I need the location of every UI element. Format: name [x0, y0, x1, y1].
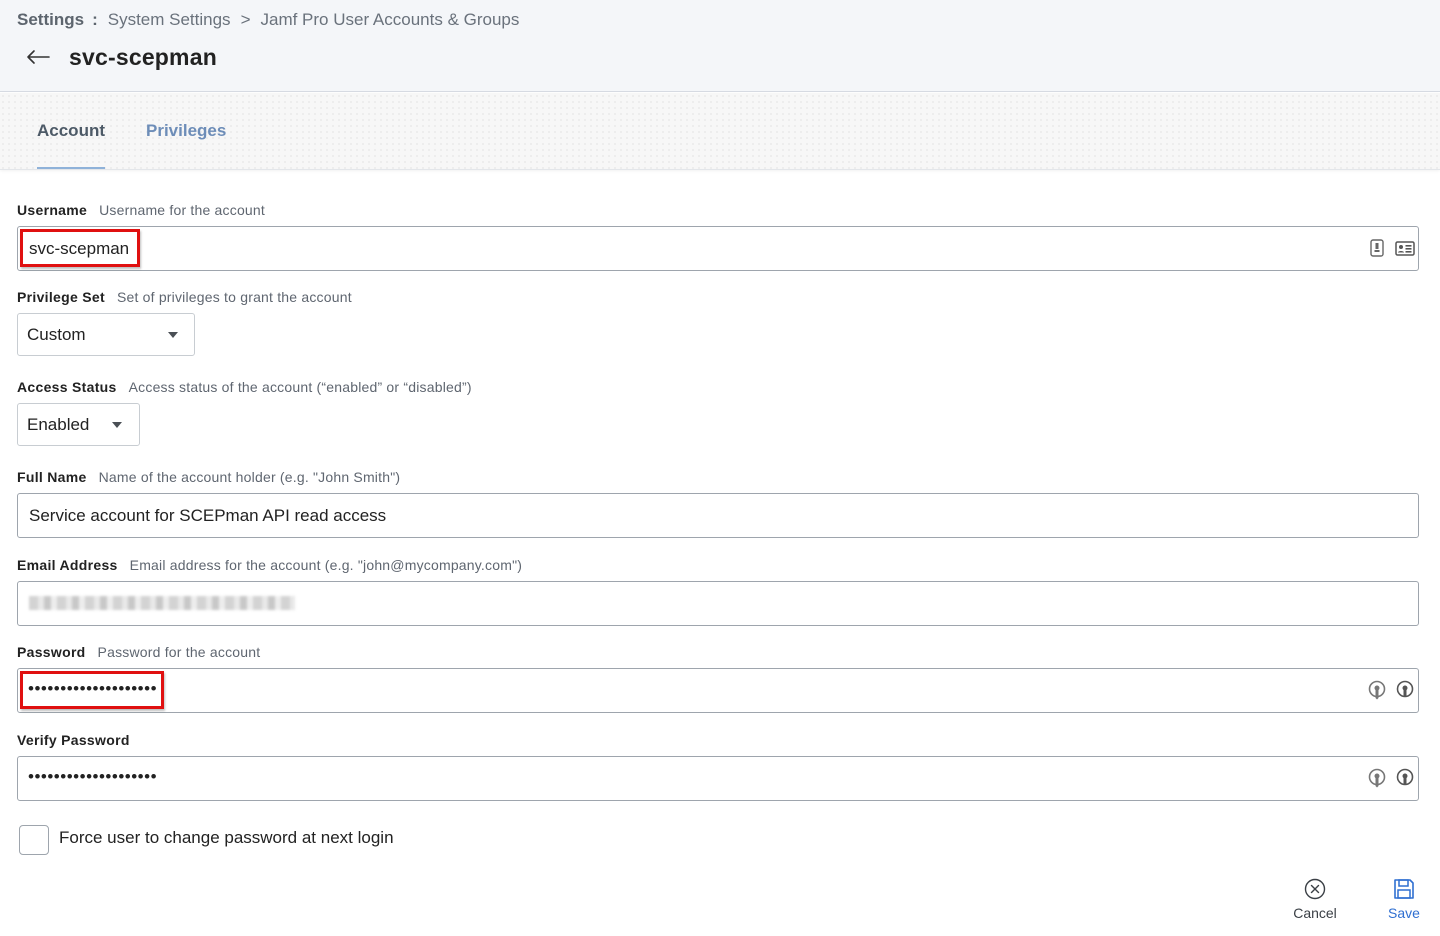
caret-down-icon — [112, 422, 122, 428]
verify-password-value: •••••••••••••••••••• — [28, 767, 158, 786]
full-name-input[interactable]: Service account for SCEPman API read acc… — [17, 493, 1419, 538]
key-autofill-icon[interactable] — [1367, 680, 1387, 700]
tab-account[interactable]: Account — [37, 121, 105, 169]
breadcrumb-user-accounts[interactable]: Jamf Pro User Accounts & Groups — [261, 10, 520, 30]
privilege-set-select[interactable]: Custom — [17, 313, 195, 356]
arrow-left-icon[interactable] — [26, 42, 52, 72]
password-label: Password — [17, 644, 86, 660]
key-generate-icon[interactable] — [1395, 768, 1415, 788]
access-status-select[interactable]: Enabled — [17, 403, 140, 446]
password-input-icons — [1367, 680, 1415, 700]
cancel-label: Cancel — [1293, 905, 1337, 921]
username-value: svc-scepman — [29, 239, 130, 258]
save-label: Save — [1388, 905, 1420, 921]
access-status-label-row: Access Status Access status of the accoun… — [17, 379, 472, 395]
privilege-set-label-row: Privilege Set Set of privileges to grant … — [17, 289, 352, 305]
privilege-set-label: Privilege Set — [17, 289, 105, 305]
breadcrumb-system-settings[interactable]: System Settings — [108, 10, 231, 30]
breadcrumb-separator: > — [240, 10, 251, 29]
save-button[interactable]: Save — [1383, 877, 1425, 921]
caret-down-icon — [168, 332, 178, 338]
force-change-label[interactable]: Force user to change password at next lo… — [59, 828, 394, 848]
page-title: svc-scepman — [69, 43, 217, 70]
privilege-set-value: Custom — [27, 325, 86, 344]
full-name-label: Full Name — [17, 469, 87, 485]
key-generate-icon[interactable] — [1395, 680, 1415, 700]
title-row: svc-scepman — [26, 42, 217, 72]
email-description: Email address for the account (e.g. "joh… — [129, 557, 523, 573]
verify-password-input[interactable]: •••••••••••••••••••• — [17, 756, 1419, 801]
password-manager-icon[interactable] — [1367, 238, 1387, 258]
force-change-checkbox[interactable] — [19, 825, 49, 855]
full-name-value: Service account for SCEPman API read acc… — [29, 506, 387, 525]
breadcrumb-settings[interactable]: Settings — [17, 10, 84, 30]
verify-password-label-row: Verify Password — [17, 732, 130, 748]
username-input[interactable]: svc-scepman — [17, 226, 1419, 271]
full-name-label-row: Full Name Name of the account holder (e.g… — [17, 469, 400, 485]
password-label-row: Password Password for the account — [17, 644, 260, 660]
username-label-row: Username Username for the account — [17, 202, 265, 218]
full-name-description: Name of the account holder (e.g. "John S… — [98, 469, 401, 485]
cancel-button[interactable]: Cancel — [1289, 877, 1341, 921]
username-description: Username for the account — [99, 202, 265, 218]
breadcrumb: Settings : System Settings > Jamf Pro Us… — [17, 10, 519, 30]
password-value: •••••••••••••••••••• — [28, 679, 158, 698]
access-status-label: Access Status — [17, 379, 117, 395]
verify-password-input-icons — [1367, 768, 1415, 788]
email-label: Email Address — [17, 557, 118, 573]
access-status-value: Enabled — [27, 415, 90, 434]
access-status-description: Access status of the account (“enabled” … — [128, 379, 472, 395]
breadcrumb-colon: : — [92, 10, 98, 29]
privilege-set-description: Set of privileges to grant the account — [116, 289, 352, 305]
page-header: Settings : System Settings > Jamf Pro Us… — [0, 0, 1440, 92]
redacted-email-value — [29, 596, 295, 610]
password-input[interactable]: •••••••••••••••••••• — [17, 668, 1419, 713]
circle-x-icon — [1304, 877, 1326, 901]
username-label: Username — [17, 202, 88, 218]
key-autofill-icon[interactable] — [1367, 768, 1387, 788]
username-input-icons — [1367, 238, 1415, 258]
email-input[interactable] — [17, 581, 1419, 626]
email-label-row: Email Address Email address for the accou… — [17, 557, 522, 573]
password-description: Password for the account — [97, 644, 261, 660]
floppy-disk-icon — [1393, 877, 1415, 901]
contact-card-icon[interactable] — [1395, 238, 1415, 258]
tab-bar: Account Privileges — [0, 93, 1440, 170]
tab-privileges[interactable]: Privileges — [146, 121, 226, 141]
verify-password-label: Verify Password — [17, 732, 130, 748]
